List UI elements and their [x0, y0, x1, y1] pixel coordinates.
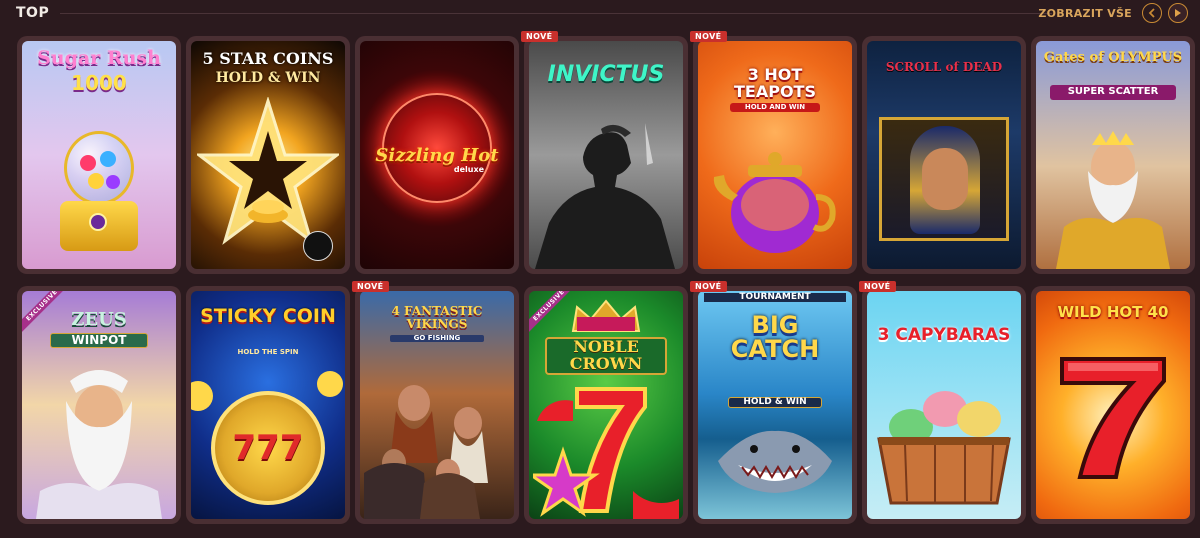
section-title: TOP: [16, 5, 50, 21]
crown-art: [571, 299, 641, 332]
game-title: 3 HOT TEAPOTS: [734, 65, 816, 101]
new-badge: NOVÉ: [690, 31, 727, 42]
game-tile-3-capybaras[interactable]: NOVÉ 3 CAPYBARAS: [859, 281, 1026, 524]
spartan-warrior-art: [535, 123, 675, 269]
game-title: 4 FANTASTIC VIKINGS: [391, 304, 483, 331]
game-subtitle: HOLD AND WIN: [730, 103, 820, 113]
arrow-right-icon: [1175, 9, 1181, 17]
game-title: STICKY COIN: [200, 305, 336, 327]
game-title: WILD HOT 40: [1057, 303, 1169, 321]
game-subtitle: SUPER SCATTER: [1050, 85, 1176, 100]
shark-art: [718, 430, 832, 493]
game-tile-wild-hot-40[interactable]: WILD HOT 40: [1031, 286, 1195, 524]
game-tile-3-hot-teapots[interactable]: NOVÉ 3 HOT TEAPOTS HOLD AND WIN: [690, 31, 857, 274]
header-divider: [60, 13, 1052, 14]
game-title: Sugar Rush: [37, 47, 161, 69]
capybaras-art: [877, 391, 1011, 505]
teapot-art: [713, 152, 836, 253]
game-title: 3 CAPYBARAS: [877, 325, 1011, 345]
game-title: Gates of OLYMPUS: [1043, 50, 1183, 65]
game-subtitle: HOLD THE SPIN: [237, 348, 299, 356]
game-tile-4-fantastic-vikings[interactable]: NOVÉ 4 FANTASTIC VIKINGS GO FISHING: [352, 281, 519, 524]
game-subtitle: HOLD & WIN: [215, 70, 321, 86]
game-title: 5 STAR COINS: [202, 49, 334, 68]
coin-icon: [191, 381, 213, 411]
game-subtitle: HOLD & WIN: [728, 397, 822, 409]
game-tile-big-catch[interactable]: NOVÉ TOURNAMENT BIG CATCH HOLD & WIN: [690, 281, 857, 524]
coin-icon: [317, 371, 343, 397]
seven-watermelon-art: [533, 387, 679, 519]
cleopatra-art: [879, 117, 1009, 241]
game-title: SCROLL of DEAD: [885, 60, 1003, 74]
zeus-art: [36, 370, 162, 519]
new-badge: NOVÉ: [352, 281, 389, 292]
game-title: BIG CATCH: [730, 311, 820, 363]
star-art: [197, 97, 339, 245]
gumball-machine-art: [56, 131, 142, 261]
game-tile-sticky-coin[interactable]: STICKY COIN HOLD THE SPIN 777: [186, 286, 350, 524]
game-tile-sizzling-hot[interactable]: Sizzling Hot deluxe: [355, 36, 519, 274]
game-subtitle: WINPOT: [50, 333, 148, 348]
carousel-next-button[interactable]: [1168, 3, 1188, 23]
vikings-art: [364, 385, 488, 519]
seven-art: [1060, 357, 1166, 479]
show-all-link[interactable]: ZOBRAZIT VŠE: [1038, 7, 1132, 20]
game-subtitle: GO FISHING: [390, 334, 484, 343]
new-badge: NOVÉ: [690, 281, 727, 292]
zeus-art: [1056, 131, 1170, 269]
game-subtitle: 1000: [71, 71, 127, 95]
game-tile-5-star-coins[interactable]: 5 STAR COINS HOLD & WIN: [186, 36, 350, 274]
coin-777-art: 777: [211, 391, 325, 505]
game-tile-scroll-of-dead[interactable]: SCROLL of DEAD: [862, 36, 1026, 274]
game-subtitle: deluxe: [453, 165, 485, 174]
game-title: INVICTUS: [547, 62, 665, 87]
section-header: TOP ZOBRAZIT VŠE: [0, 0, 1200, 30]
new-badge: NOVÉ: [521, 31, 558, 42]
jackpot-hunt-logo: [303, 231, 333, 261]
game-title: NOBLE CROWN: [545, 337, 667, 375]
arrow-left-icon: [1148, 8, 1155, 18]
game-title: Sizzling Hot: [375, 145, 499, 166]
game-tile-gates-of-olympus[interactable]: Gates of OLYMPUS SUPER SCATTER: [1031, 36, 1195, 274]
tournament-label: TOURNAMENT: [704, 292, 846, 303]
new-badge: NOVÉ: [859, 281, 896, 292]
game-tile-sugar-rush[interactable]: Sugar Rush 1000: [17, 36, 181, 274]
game-title: ZEUS: [71, 309, 127, 330]
game-tile-zeus-winpot[interactable]: EXCLUSIVE ZEUS WINPOT: [17, 286, 181, 524]
game-tile-invictus[interactable]: NOVÉ INVICTUS: [521, 31, 688, 274]
game-tile-noble-crown[interactable]: EXCLUSIVE NOBLE CROWN: [524, 286, 688, 524]
carousel-prev-button[interactable]: [1142, 3, 1162, 23]
games-grid: Sugar Rush 1000 5 STAR COINS HOLD & WIN: [17, 31, 1195, 524]
